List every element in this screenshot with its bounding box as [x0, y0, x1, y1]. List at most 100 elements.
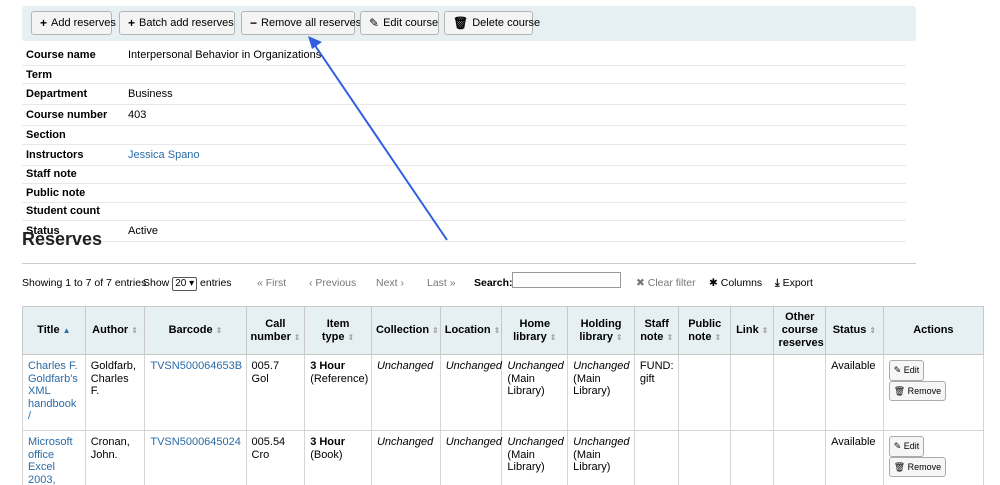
- sort-icon: ⇕: [666, 332, 674, 342]
- home-library-change: Unchanged: [507, 436, 564, 448]
- holding-library-name: (Main Library): [573, 372, 611, 398]
- column-header-location[interactable]: Location ⇕: [439, 306, 503, 355]
- course-details: Course name Interpersonal Behavior in Or…: [22, 45, 906, 242]
- call-number-cell: 005.7 Gol: [245, 354, 306, 431]
- course-toolbar: + Add reserves + Batch add reserves − Remov…: [22, 6, 916, 41]
- item-type-name: 3 Hour: [310, 436, 346, 448]
- info-label: Student count: [26, 205, 100, 218]
- actions-cell: ✎ Edit🗑 Remove: [882, 430, 985, 485]
- column-header-author[interactable]: Author ⇕: [84, 306, 146, 355]
- other-reserves-cell: [773, 430, 827, 485]
- reserves-table: Title ▲ Author ⇕ Barcode ⇕ Call number ⇕ Ite…: [22, 306, 985, 485]
- next-page-link[interactable]: Next ›: [376, 277, 404, 289]
- barcode-link[interactable]: TVSN500064653B: [144, 354, 247, 431]
- show-label: Show: [143, 277, 170, 289]
- delete-course-button[interactable]: 🗑 Delete course: [444, 11, 540, 35]
- edit-reserve-button[interactable]: ✎ Edit: [888, 360, 925, 381]
- column-header-staff-note[interactable]: Staff note ⇕: [633, 306, 680, 355]
- column-header-barcode[interactable]: Barcode ⇕: [144, 306, 247, 355]
- info-label: Staff note: [26, 168, 77, 181]
- column-header-collection[interactable]: Collection ⇕: [370, 306, 441, 355]
- header-label: Call number: [250, 317, 291, 343]
- location-cell: Unchanged: [439, 430, 503, 485]
- info-row-student-count: Student count: [22, 203, 906, 221]
- columns-button[interactable]: ✱ Columns: [709, 277, 762, 289]
- staff-note-cell: FUND: gift: [633, 354, 680, 431]
- column-header-item-type[interactable]: Item type ⇕: [304, 306, 372, 355]
- item-type-detail: (Book): [310, 448, 343, 461]
- column-header-holding-library[interactable]: Holding library ⇕: [567, 306, 635, 355]
- chevron-down-icon: ▾: [189, 278, 195, 289]
- public-note-cell: [678, 430, 731, 485]
- column-header-public-note[interactable]: Public note ⇕: [678, 306, 731, 355]
- link-cell: [729, 354, 775, 431]
- header-label: Location: [444, 324, 491, 336]
- search-label: Search:: [474, 277, 513, 289]
- title-link[interactable]: Microsoft office Excel 2003,: [22, 430, 86, 485]
- info-row-instructors: Instructors Jessica Spano: [22, 145, 906, 166]
- info-row-course-name: Course name Interpersonal Behavior in Or…: [22, 45, 906, 66]
- link-cell: [729, 430, 775, 485]
- info-value: Active: [128, 224, 158, 237]
- info-label: Section: [26, 129, 66, 142]
- column-header-link[interactable]: Link ⇕: [729, 306, 775, 355]
- remove-reserve-button[interactable]: 🗑 Remove: [888, 456, 947, 477]
- minus-icon: −: [250, 16, 258, 30]
- batch-add-reserves-button[interactable]: + Batch add reserves: [119, 11, 235, 35]
- info-label: Public note: [26, 186, 86, 199]
- title-link[interactable]: Charles F. Goldfarb's XML handbook /: [22, 354, 86, 431]
- item-type-detail: (Reference): [310, 372, 369, 385]
- edit-course-button[interactable]: ✎ Edit course: [360, 11, 439, 35]
- clear-filter-label: Clear filter: [647, 277, 696, 289]
- pencil-icon: ✎: [369, 16, 380, 30]
- item-type-cell: 3 Hour (Book): [304, 430, 372, 485]
- header-label: Link: [736, 324, 759, 336]
- instructor-link[interactable]: Jessica Spano: [128, 149, 200, 161]
- info-row-course-number: Course number 403: [22, 105, 906, 127]
- author-cell: Cronan, John.: [84, 430, 146, 485]
- column-header-home-library[interactable]: Home library ⇕: [501, 306, 569, 355]
- search-input[interactable]: [512, 272, 621, 288]
- divider: [22, 263, 916, 264]
- plus-icon: +: [128, 16, 136, 30]
- info-label: Instructors: [26, 148, 84, 161]
- info-label: Course number: [26, 109, 108, 122]
- header-label: Actions: [913, 324, 954, 336]
- entries-info: Showing 1 to 7 of 7 entries: [22, 277, 147, 289]
- info-row-department: Department Business: [22, 84, 906, 106]
- home-library-cell: Unchanged (Main Library): [501, 354, 569, 431]
- page-size-select[interactable]: 20 ▾: [172, 277, 198, 291]
- info-row-section: Section: [22, 126, 906, 145]
- add-reserves-button[interactable]: + Add reserves: [31, 11, 116, 35]
- collection-cell: Unchanged: [370, 354, 441, 431]
- header-label: Item type: [321, 317, 350, 343]
- remove-reserve-button[interactable]: 🗑 Remove: [888, 380, 947, 401]
- home-library-cell: Unchanged (Main Library): [501, 430, 569, 485]
- close-icon: ✖: [636, 277, 645, 289]
- column-header-call-number[interactable]: Call number ⇕: [245, 306, 306, 355]
- column-header-status[interactable]: Status ⇕: [825, 306, 884, 355]
- export-button[interactable]: ⤓ Export: [775, 277, 813, 290]
- location-cell: Unchanged: [439, 354, 503, 431]
- edit-label: Edit: [903, 441, 920, 451]
- other-reserves-cell: [773, 354, 827, 431]
- sort-asc-icon: ▲: [62, 326, 71, 335]
- page-size-value: 20: [175, 278, 187, 289]
- trash-icon: 🗑: [453, 16, 469, 30]
- sort-icon: ⇕: [493, 326, 501, 335]
- remove-all-reserves-button[interactable]: − Remove all reserves: [241, 11, 361, 35]
- edit-reserve-button[interactable]: ✎ Edit: [888, 436, 925, 457]
- header-label: Home library: [513, 317, 551, 343]
- holding-library-cell: Unchanged (Main Library): [567, 354, 635, 431]
- clear-filter-button[interactable]: ✖ Clear filter: [636, 277, 696, 289]
- item-type-name: 3 Hour: [310, 360, 346, 372]
- trash-icon: 🗑: [893, 461, 906, 472]
- previous-page-link[interactable]: ‹ Previous: [309, 277, 356, 289]
- last-page-link[interactable]: Last »: [427, 277, 456, 289]
- sort-icon: ⇕: [549, 332, 557, 342]
- column-header-title[interactable]: Title ▲: [22, 306, 86, 355]
- first-page-link[interactable]: « First: [257, 277, 286, 289]
- public-note-cell: [678, 354, 731, 431]
- barcode-link[interactable]: TVSN5000645024: [144, 430, 247, 485]
- header-label: Barcode: [168, 324, 213, 336]
